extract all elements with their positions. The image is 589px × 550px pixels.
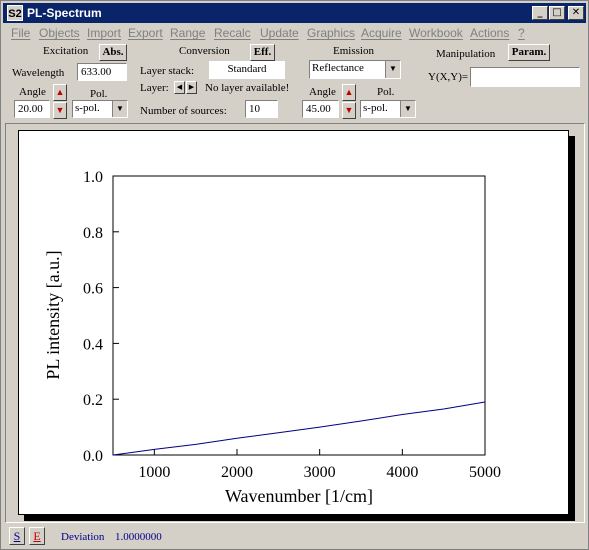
excitation-angle-label: Angle bbox=[19, 86, 46, 98]
deviation-value: 1.0000000 bbox=[115, 531, 162, 543]
y-tick-label: 0.8 bbox=[83, 225, 103, 242]
y-tick-label: 1.0 bbox=[83, 169, 103, 186]
arrow-down-icon[interactable]: ▼ bbox=[342, 102, 356, 119]
emission-angle-input[interactable]: 45.00 bbox=[302, 100, 339, 118]
x-tick-label: 3000 bbox=[304, 464, 336, 481]
x-tick-label: 2000 bbox=[221, 464, 253, 481]
emission-mode-select[interactable]: Reflectance ▼ bbox=[309, 60, 401, 79]
arrow-up-icon[interactable]: ▲ bbox=[342, 84, 356, 101]
triangle-left-icon[interactable]: ◀ bbox=[174, 81, 185, 94]
x-axis-label: Wavenumber [1/cm] bbox=[225, 486, 373, 506]
excitation-angle-spinner[interactable]: ▲ ▼ bbox=[53, 84, 67, 120]
plot-paper: 1000 2000 3000 4000 5000 0.0 0.2 0.4 0.6 0.8 1.0 … bbox=[18, 130, 569, 515]
deviation-label: Deviation bbox=[61, 531, 105, 543]
x-tick-label: 5000 bbox=[469, 464, 501, 481]
excitation-angle-input[interactable]: 20.00 bbox=[14, 100, 50, 118]
emission-mode-value: Reflectance bbox=[312, 62, 364, 74]
window-title: PL-Spectrum bbox=[27, 6, 102, 20]
layer-stack-label: Layer stack: bbox=[140, 65, 195, 77]
menu-recalc[interactable]: Recalc bbox=[214, 26, 251, 40]
menu-actions[interactable]: Actions bbox=[470, 26, 509, 40]
y-axis-label: PL intensity [a.u.] bbox=[43, 250, 63, 379]
chevron-down-icon[interactable]: ▼ bbox=[112, 101, 127, 117]
formula-label: Y(X,Y)= bbox=[428, 71, 469, 83]
wavelength-input[interactable]: 633.00 bbox=[77, 63, 127, 81]
menu-update[interactable]: Update bbox=[260, 26, 299, 40]
s-button[interactable]: S bbox=[9, 527, 25, 545]
menu-graphics[interactable]: Graphics bbox=[307, 26, 355, 40]
sources-input[interactable]: 10 bbox=[245, 100, 278, 118]
chevron-down-icon[interactable]: ▼ bbox=[385, 61, 400, 78]
emission-pol-label: Pol. bbox=[377, 86, 395, 98]
layer-label: Layer: bbox=[140, 82, 169, 94]
y-tick-label: 0.4 bbox=[83, 336, 103, 353]
menu-bar: File Objects Import Export Range Recalc … bbox=[3, 24, 586, 42]
title-bar: S2 PL-Spectrum _ □ ✕ bbox=[3, 3, 586, 23]
app-window: S2 PL-Spectrum _ □ ✕ File Objects Import… bbox=[0, 0, 589, 550]
x-ticks: 1000 2000 3000 4000 5000 bbox=[138, 449, 501, 481]
layer-stack-value: Standard bbox=[209, 61, 285, 79]
conversion-header: Conversion bbox=[179, 45, 230, 57]
maximize-button[interactable]: □ bbox=[549, 6, 565, 20]
menu-file[interactable]: File bbox=[11, 26, 30, 40]
menu-range[interactable]: Range bbox=[170, 26, 205, 40]
e-button[interactable]: E bbox=[29, 527, 45, 545]
arrow-down-icon[interactable]: ▼ bbox=[53, 102, 67, 119]
series-group bbox=[112, 401, 486, 456]
menu-workbook[interactable]: Workbook bbox=[409, 26, 463, 40]
y-tick-label: 0.0 bbox=[83, 448, 103, 465]
menu-export[interactable]: Export bbox=[128, 26, 163, 40]
excitation-pol-label: Pol. bbox=[90, 88, 108, 100]
menu-help[interactable]: ? bbox=[518, 26, 525, 40]
arrow-up-icon[interactable]: ▲ bbox=[53, 84, 67, 101]
emission-pol-value: s-pol. bbox=[363, 102, 388, 114]
close-button[interactable]: ✕ bbox=[568, 6, 584, 20]
excitation-header: Excitation bbox=[43, 45, 89, 57]
menu-acquire[interactable]: Acquire bbox=[361, 26, 402, 40]
status-bar: S E Deviation 1.0000000 bbox=[3, 525, 586, 547]
y-tick-label: 0.6 bbox=[83, 281, 103, 298]
manipulation-header: Manipulation bbox=[436, 48, 496, 60]
excitation-pol-select[interactable]: s-pol. ▼ bbox=[72, 100, 128, 118]
emission-header: Emission bbox=[333, 45, 374, 57]
emission-pol-select[interactable]: s-pol. ▼ bbox=[360, 100, 416, 118]
param-button[interactable]: Param. bbox=[508, 44, 550, 61]
y-ticks: 0.0 0.2 0.4 0.6 0.8 1.0 bbox=[83, 169, 119, 465]
x-tick-label: 4000 bbox=[386, 464, 418, 481]
sources-label: Number of sources: bbox=[140, 105, 227, 117]
emission-angle-spinner[interactable]: ▲ ▼ bbox=[342, 84, 356, 120]
spectrum-chart: 1000 2000 3000 4000 5000 0.00.20.40.60.81.0 … bbox=[43, 169, 501, 506]
menu-import[interactable]: Import bbox=[87, 26, 121, 40]
app-icon: S2 bbox=[7, 5, 23, 21]
minimize-button[interactable]: _ bbox=[532, 6, 548, 20]
menu-objects[interactable]: Objects bbox=[39, 26, 80, 40]
triangle-right-icon[interactable]: ▶ bbox=[186, 81, 197, 94]
parameters-panel: Excitation Abs. Wavelength 633.00 Angle … bbox=[3, 43, 586, 121]
formula-input[interactable] bbox=[470, 67, 580, 87]
y-tick-label: 0.2 bbox=[83, 392, 103, 409]
plot-axes-box bbox=[112, 175, 486, 456]
wavelength-label: Wavelength bbox=[12, 67, 65, 79]
layer-status-text: No layer available! bbox=[205, 82, 290, 94]
chevron-down-icon[interactable]: ▼ bbox=[400, 101, 415, 117]
emission-angle-label: Angle bbox=[309, 86, 336, 98]
series-line bbox=[112, 401, 486, 456]
x-tick-label: 1000 bbox=[138, 464, 170, 481]
eff-button[interactable]: Eff. bbox=[250, 44, 275, 61]
abs-button[interactable]: Abs. bbox=[99, 44, 127, 61]
excitation-pol-value: s-pol. bbox=[75, 102, 100, 114]
